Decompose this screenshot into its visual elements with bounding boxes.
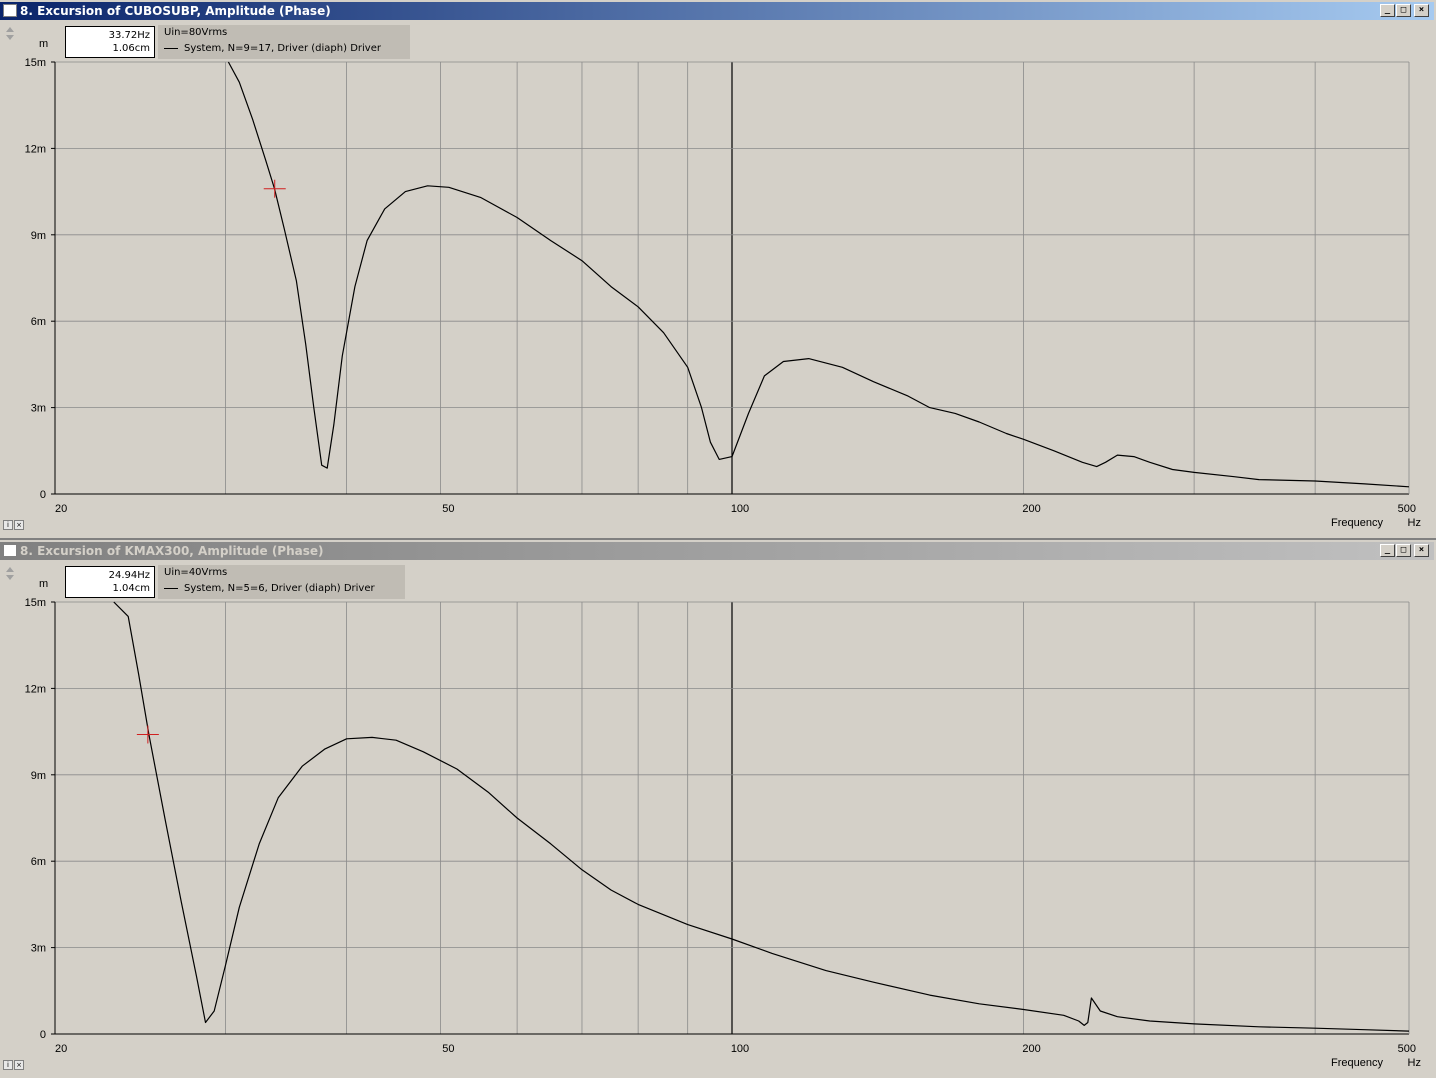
legend-line-icon (164, 587, 178, 589)
x-tick-label: 500 (1398, 503, 1416, 515)
x-unit-label: Hz (1408, 517, 1421, 529)
legend-box: Uin=40Vrms System, N=5=6, Driver (diaph)… (158, 565, 405, 599)
x-tick-label: 50 (442, 1043, 454, 1055)
x-tick-label: 50 (442, 503, 454, 515)
chart-window-2: 8. Excursion of KMAX300, Amplitude (Phas… (0, 540, 1436, 1078)
y-tick-label: 3m (31, 403, 46, 415)
y-tick-label: 9m (31, 770, 46, 782)
x-tick-label: 100 (731, 503, 749, 515)
cursor-frequency: 33.72Hz (108, 30, 150, 41)
window-titlebar[interactable]: 8. Excursion of CUBOSUBP, Amplitude (Pha… (0, 2, 1434, 20)
y-tick-label: 0 (40, 1029, 46, 1041)
legend-line-icon (164, 47, 178, 49)
legend-header: Uin=80Vrms (164, 27, 228, 38)
y-unit-label: m (39, 38, 48, 50)
x-tick-label: 100 (731, 1043, 749, 1055)
scroll-down-icon (6, 575, 14, 580)
chart-reset-button[interactable]: × (14, 1060, 24, 1070)
legend-entry: System, N=9=17, Driver (diaph) Driver (164, 41, 404, 57)
y-tick-label: 3m (31, 943, 46, 955)
x-tick-label: 200 (1022, 503, 1040, 515)
y-tick-label: 6m (31, 316, 46, 328)
y-unit-label: m (39, 578, 48, 590)
chart-settings-button[interactable]: i (3, 520, 13, 530)
chart-window-icon[interactable] (3, 544, 17, 557)
excursion-chart: 0 3m 6m 9m 12m 15m m 20 50 100 200 500 Frequency Hz (6, 27, 1421, 529)
series-line (227, 61, 1410, 488)
cursor-value: 1.04cm (112, 583, 150, 594)
x-axis-label: Frequency (1331, 517, 1383, 529)
chart-window-icon[interactable] (3, 4, 17, 17)
x-unit-label: Hz (1408, 1057, 1421, 1069)
close-button[interactable]: × (1414, 4, 1429, 17)
scroll-up-icon (6, 567, 14, 572)
y-tick-label: 15m (25, 57, 46, 69)
excursion-chart: 0 3m 6m 9m 12m 15m m 20 50 100 200 500 Frequency Hz (6, 567, 1421, 1069)
y-tick-label: 15m (25, 597, 46, 609)
legend-entry: System, N=5=6, Driver (diaph) Driver (164, 581, 399, 597)
close-button[interactable]: × (1414, 544, 1429, 557)
y-tick-label: 0 (40, 489, 46, 501)
y-tick-label: 9m (31, 230, 46, 242)
cursor-readout-box[interactable]: 24.94Hz 1.04cm (65, 566, 155, 598)
y-tick-label: 12m (25, 143, 46, 155)
minimize-button[interactable]: _ (1380, 544, 1395, 557)
window-title: 8. Excursion of KMAX300, Amplitude (Phas… (20, 544, 324, 558)
y-tick-label: 6m (31, 856, 46, 868)
x-axis-label: Frequency (1331, 1057, 1383, 1069)
maximize-button[interactable]: □ (1396, 544, 1411, 557)
x-tick-label: 20 (55, 1043, 67, 1055)
x-tick-label: 500 (1398, 1043, 1416, 1055)
window-titlebar[interactable]: 8. Excursion of KMAX300, Amplitude (Phas… (0, 542, 1434, 560)
chart-reset-button[interactable]: × (14, 520, 24, 530)
legend-box: Uin=80Vrms System, N=9=17, Driver (diaph… (158, 25, 410, 59)
chart-settings-button[interactable]: i (3, 1060, 13, 1070)
cursor-value: 1.06cm (112, 43, 150, 54)
maximize-button[interactable]: □ (1396, 4, 1411, 17)
x-tick-label: 200 (1022, 1043, 1040, 1055)
x-tick-label: 20 (55, 503, 67, 515)
window-title: 8. Excursion of CUBOSUBP, Amplitude (Pha… (20, 4, 331, 18)
scroll-down-icon (6, 35, 14, 40)
legend-series-label: System, N=5=6, Driver (diaph) Driver (184, 583, 375, 594)
scroll-up-icon (6, 27, 14, 32)
cursor-readout-box[interactable]: 33.72Hz 1.06cm (65, 26, 155, 58)
chart-window-1: 8. Excursion of CUBOSUBP, Amplitude (Pha… (0, 0, 1436, 538)
y-tick-label: 12m (25, 683, 46, 695)
minimize-button[interactable]: _ (1380, 4, 1395, 17)
cursor-frequency: 24.94Hz (108, 570, 150, 581)
legend-series-label: System, N=9=17, Driver (diaph) Driver (184, 43, 381, 54)
series-line (113, 601, 1410, 1032)
legend-header: Uin=40Vrms (164, 567, 228, 578)
